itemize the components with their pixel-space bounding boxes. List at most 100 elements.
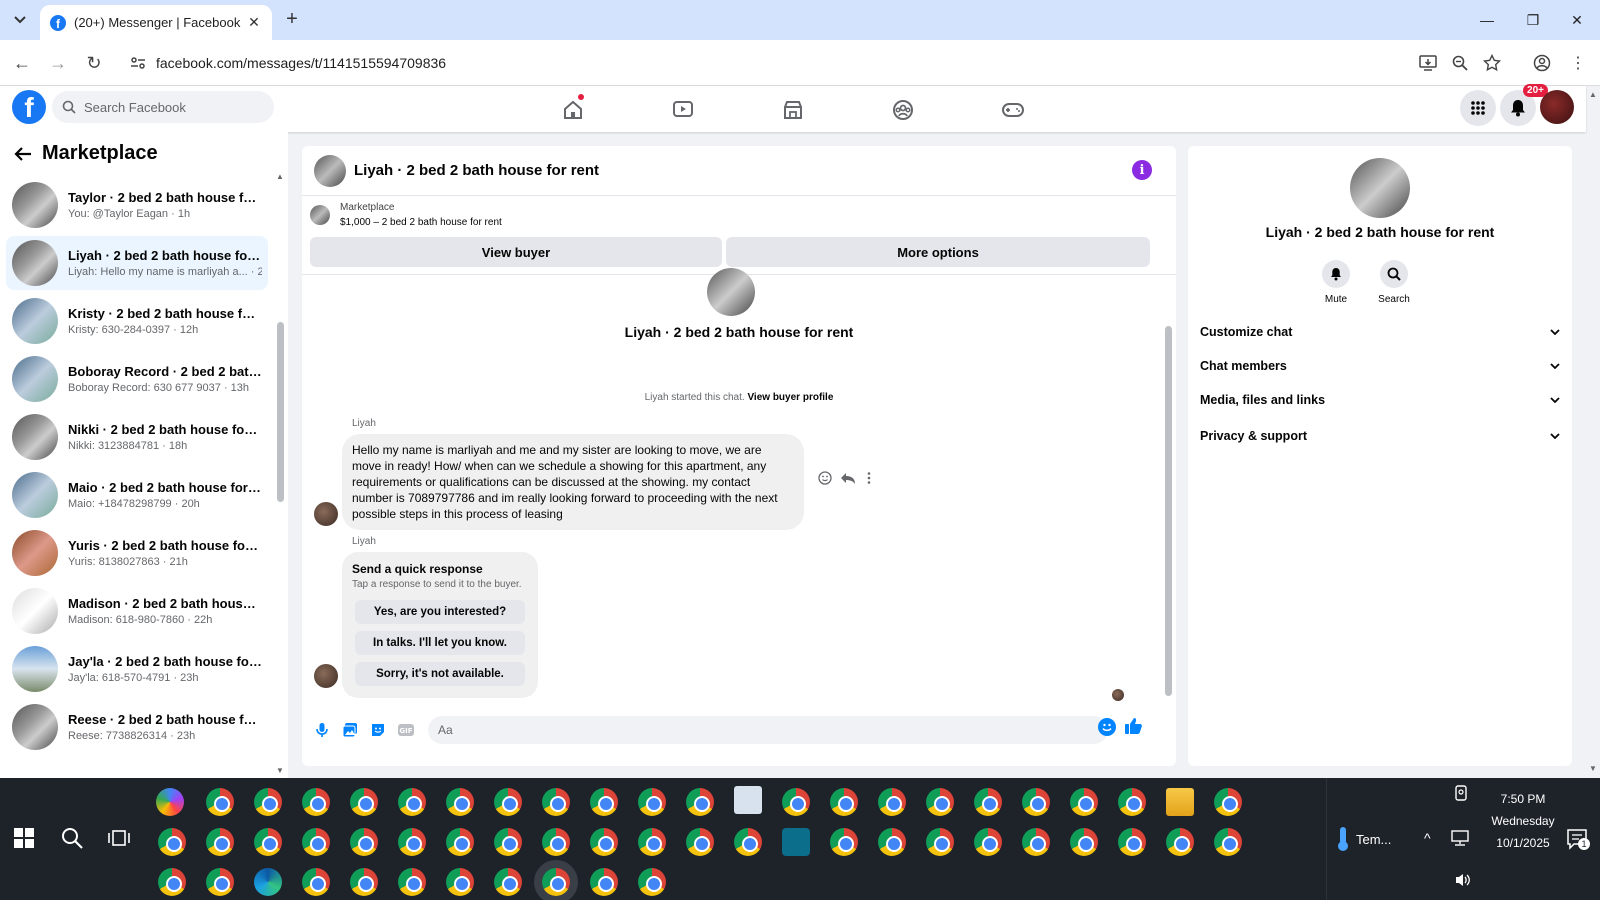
quick-response-button[interactable]: Sorry, it's not available.: [355, 662, 525, 686]
taskbar-search-icon[interactable]: [60, 826, 84, 850]
sticker-icon[interactable]: [364, 716, 392, 744]
forward-button[interactable]: →: [46, 51, 70, 75]
copilot-icon[interactable]: [156, 788, 184, 816]
notifications-button[interactable]: 20+: [1500, 84, 1548, 126]
sidebar-scrollbar[interactable]: [277, 322, 284, 502]
tab-search-button[interactable]: [8, 8, 32, 32]
chrome-window-icon[interactable]: [494, 868, 522, 896]
edge-browser-icon[interactable]: [254, 868, 282, 896]
zoom-icon[interactable]: [1448, 51, 1472, 75]
message-input[interactable]: Aa: [428, 716, 1108, 744]
browser-tab-messenger[interactable]: f (20+) Messenger | Facebook ✕: [40, 5, 272, 40]
network-icon[interactable]: [1450, 830, 1470, 846]
reply-icon[interactable]: [840, 471, 856, 485]
chrome-window-icon[interactable]: [494, 788, 522, 816]
chrome-window-icon[interactable]: [1214, 788, 1242, 816]
restore-button[interactable]: ❐: [1510, 0, 1556, 40]
windows-start-icon[interactable]: [14, 828, 34, 848]
quick-response-button[interactable]: In talks. I'll let you know.: [355, 631, 525, 655]
app-window-icon[interactable]: [734, 786, 762, 814]
address-bar[interactable]: facebook.com/messages/t/1141515594709836: [118, 46, 1480, 80]
view-buyer-button[interactable]: View buyer: [310, 237, 722, 267]
meet-now-icon[interactable]: [1454, 784, 1470, 802]
chrome-window-icon[interactable]: [638, 868, 666, 896]
chrome-window-icon[interactable]: [254, 788, 282, 816]
conversation-item[interactable]: Nikki · 2 bed 2 bath house for r... Nikki…: [6, 410, 268, 464]
chrome-window-icon[interactable]: [926, 788, 954, 816]
chrome-window-icon[interactable]: [1022, 788, 1050, 816]
react-emoji-icon[interactable]: [818, 471, 832, 485]
install-app-icon[interactable]: [1416, 51, 1440, 75]
close-window-button[interactable]: ✕: [1554, 0, 1600, 40]
conversation-item[interactable]: Maio · 2 bed 2 bath house for r... Maio: …: [6, 468, 268, 522]
chrome-window-icon[interactable]: [302, 868, 330, 896]
chrome-window-icon[interactable]: [350, 828, 378, 856]
message-bubble[interactable]: Hello my name is marliyah and me and my …: [342, 434, 804, 530]
conversation-item-active[interactable]: Liyah · 2 bed 2 bath house for r... Liyah…: [6, 236, 268, 290]
close-tab-icon[interactable]: ✕: [246, 14, 262, 31]
back-button[interactable]: ←: [10, 51, 34, 75]
chrome-window-icon[interactable]: [206, 828, 234, 856]
chrome-window-icon[interactable]: [590, 828, 618, 856]
sender-avatar[interactable]: [314, 502, 338, 526]
quick-response-button[interactable]: Yes, are you interested?: [355, 600, 525, 624]
privacy-support-section[interactable]: Privacy & support: [1200, 422, 1560, 450]
customize-chat-section[interactable]: Customize chat: [1200, 318, 1560, 346]
conversation-item[interactable]: Reese · 2 bed 2 bath house for r... Reese…: [6, 700, 268, 754]
chrome-window-icon[interactable]: [494, 828, 522, 856]
chrome-window-icon[interactable]: [974, 788, 1002, 816]
chrome-window-icon[interactable]: [206, 788, 234, 816]
profile-icon[interactable]: [1530, 51, 1554, 75]
chrome-window-icon[interactable]: [158, 868, 186, 896]
task-view-icon[interactable]: [108, 828, 130, 848]
chat-members-section[interactable]: Chat members: [1200, 352, 1560, 380]
bookmark-star-icon[interactable]: [1480, 51, 1504, 75]
nav-home[interactable]: [518, 92, 628, 128]
chrome-window-icon[interactable]: [542, 788, 570, 816]
chrome-window-icon[interactable]: [542, 828, 570, 856]
chrome-window-icon[interactable]: [398, 828, 426, 856]
menu-grid-button[interactable]: [1460, 90, 1496, 126]
show-hidden-icons-button[interactable]: ^: [1424, 830, 1431, 846]
chrome-window-icon[interactable]: [446, 788, 474, 816]
back-arrow-icon[interactable]: [14, 146, 32, 162]
volume-icon[interactable]: [1454, 872, 1472, 888]
clock-time[interactable]: 7:50 PM: [1478, 792, 1568, 806]
facebook-search-input[interactable]: Search Facebook: [52, 91, 274, 123]
chrome-window-icon[interactable]: [590, 868, 618, 896]
browser-menu-icon[interactable]: ⋮: [1566, 51, 1590, 75]
chrome-window-icon[interactable]: [734, 828, 762, 856]
listing-summary[interactable]: Marketplace $1,000 – 2 bed 2 bath house …: [310, 202, 502, 228]
chrome-window-icon[interactable]: [446, 828, 474, 856]
app-s-icon[interactable]: [782, 828, 810, 856]
new-tab-button[interactable]: +: [280, 8, 304, 32]
view-buyer-profile-link[interactable]: View buyer profile: [747, 392, 833, 403]
page-scroll-down-arrow-icon[interactable]: ▼: [1589, 764, 1597, 773]
chat-title[interactable]: Liyah · 2 bed 2 bath house for rent: [354, 162, 599, 179]
chrome-window-icon[interactable]: [974, 828, 1002, 856]
chrome-window-icon[interactable]: [350, 868, 378, 896]
chat-scrollbar[interactable]: [1165, 326, 1172, 696]
scroll-down-arrow-icon[interactable]: ▼: [276, 766, 284, 775]
clock-day[interactable]: Wednesday: [1478, 814, 1568, 828]
chrome-window-icon[interactable]: [878, 828, 906, 856]
conversation-item[interactable]: Kristy · 2 bed 2 bath house for r... Kris…: [6, 294, 268, 348]
file-explorer-icon[interactable]: [1166, 788, 1194, 816]
chrome-window-icon[interactable]: [1070, 788, 1098, 816]
minimize-button[interactable]: —: [1464, 0, 1510, 40]
more-actions-icon[interactable]: [864, 471, 874, 485]
conversation-item[interactable]: Jay'la · 2 bed 2 bath house for r... Jay'…: [6, 642, 268, 696]
chrome-window-icon[interactable]: [638, 788, 666, 816]
chat-avatar[interactable]: [314, 154, 346, 187]
chrome-window-icon[interactable]: [830, 788, 858, 816]
microphone-icon[interactable]: [308, 716, 336, 744]
conversation-item[interactable]: Madison · 2 bed 2 bath house f... Madison…: [6, 584, 268, 638]
chrome-window-icon[interactable]: [638, 828, 666, 856]
chrome-window-icon[interactable]: [1118, 788, 1146, 816]
chrome-window-icon[interactable]: [398, 788, 426, 816]
chrome-window-icon[interactable]: [446, 868, 474, 896]
photo-icon[interactable]: [336, 716, 364, 744]
chrome-window-icon[interactable]: [686, 828, 714, 856]
conversation-item[interactable]: Taylor · 2 bed 2 bath house for r... You:…: [6, 178, 268, 232]
chrome-window-icon[interactable]: [350, 788, 378, 816]
